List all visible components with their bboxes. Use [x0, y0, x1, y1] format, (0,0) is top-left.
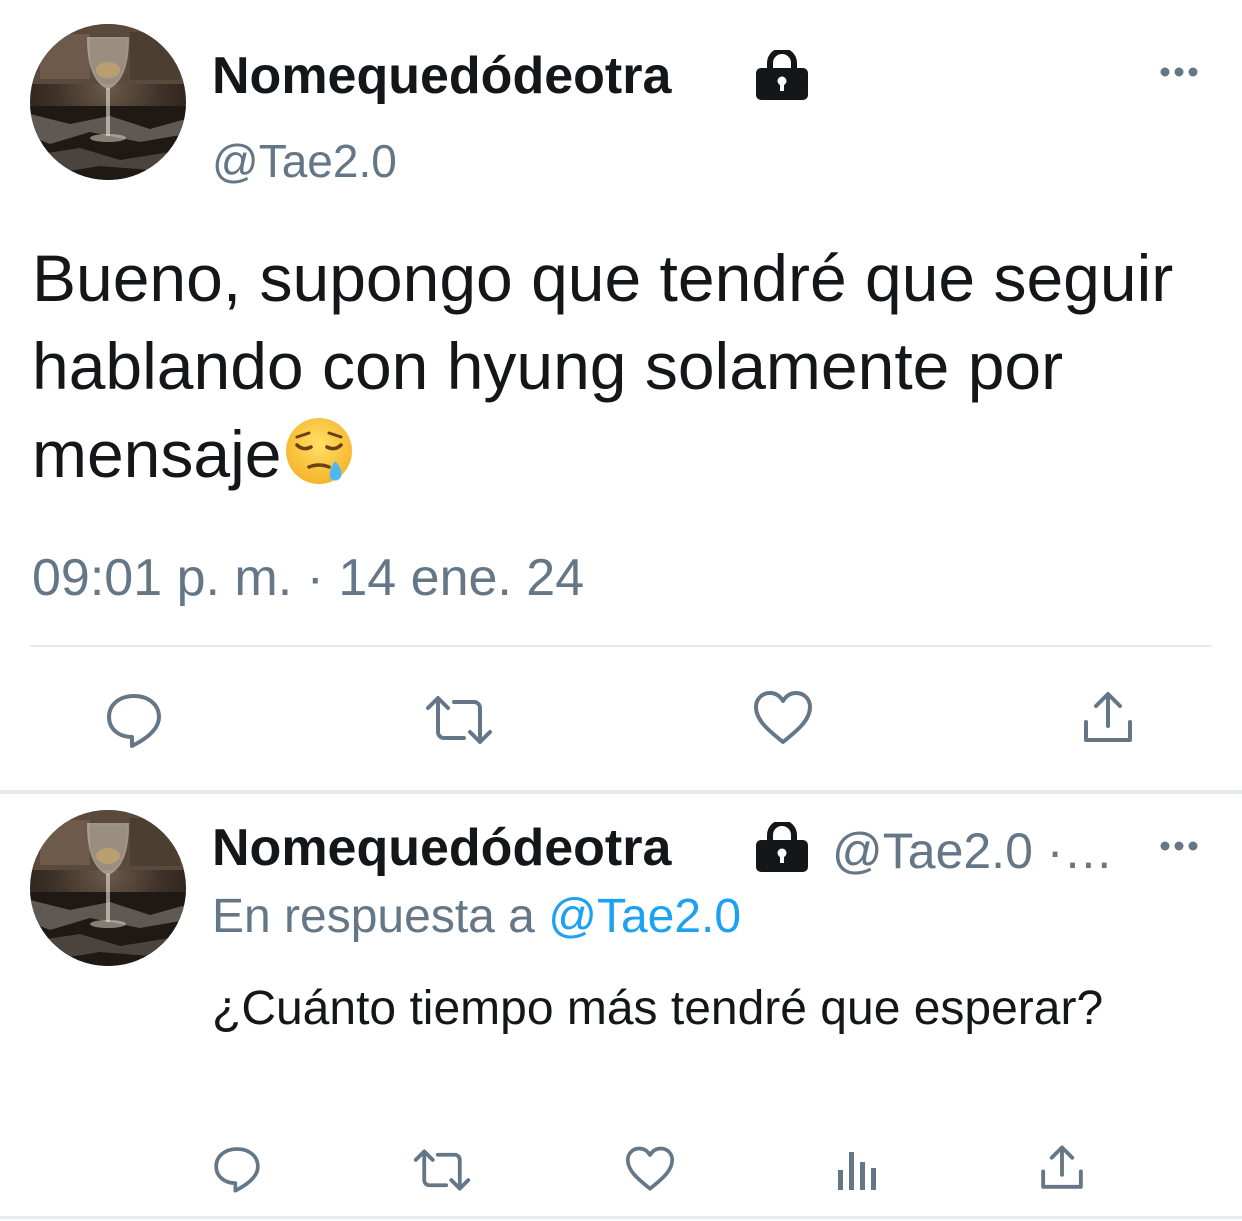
tweet-timestamp[interactable]: 09:01 p. m. · 14 ene. 24 — [32, 548, 584, 608]
section-divider — [0, 790, 1242, 794]
avatar-wine-glass-image — [30, 810, 186, 966]
heart-icon[interactable] — [624, 1146, 676, 1192]
sleepy-face-emoji — [286, 418, 353, 484]
more-horizontal-icon[interactable] — [1158, 838, 1200, 854]
tweet-text: Bueno, supongo que tendré que seguir hab… — [32, 234, 1212, 498]
tweet-text-body: Bueno, supongo que tendré que seguir hab… — [32, 241, 1192, 491]
divider — [30, 645, 1212, 647]
reply-mention-link[interactable]: @Tae2.0 — [548, 890, 741, 943]
reply-tweet-text: ¿Cuánto tiempo más tendré que esperar? — [212, 982, 1104, 1035]
reply-prefix: En respuesta a — [212, 890, 535, 943]
avatar[interactable] — [30, 810, 186, 966]
more-horizontal-icon[interactable] — [1158, 64, 1200, 80]
retweet-icon[interactable] — [412, 1148, 472, 1192]
divider — [0, 1216, 1242, 1219]
reply-icon[interactable] — [104, 690, 164, 750]
handle[interactable]: @Tae2.0 — [212, 134, 397, 188]
display-name[interactable]: Nomequedódeotra — [212, 46, 671, 106]
lock-icon — [756, 822, 808, 872]
tweet-thread-page: Nomequedódeotra @Tae2.0 Bueno, supongo q… — [0, 0, 1242, 1221]
avatar-wine-glass-image — [30, 24, 186, 180]
reply-icon[interactable] — [212, 1144, 262, 1194]
share-icon[interactable] — [1038, 1144, 1086, 1192]
share-icon[interactable] — [1080, 690, 1136, 746]
avatar[interactable] — [30, 24, 186, 180]
reply-context: En respuesta a @Tae2.0 — [212, 888, 741, 946]
main-tweet: Nomequedódeotra @Tae2.0 Bueno, supongo q… — [0, 0, 1242, 790]
retweet-icon[interactable] — [424, 694, 494, 746]
analytics-icon[interactable] — [834, 1146, 880, 1192]
display-name[interactable]: Nomequedódeotra — [212, 818, 671, 878]
handle-and-time[interactable]: @Tae2.0 ·… — [832, 822, 1113, 880]
lock-icon — [756, 50, 808, 100]
heart-icon[interactable] — [752, 690, 814, 746]
